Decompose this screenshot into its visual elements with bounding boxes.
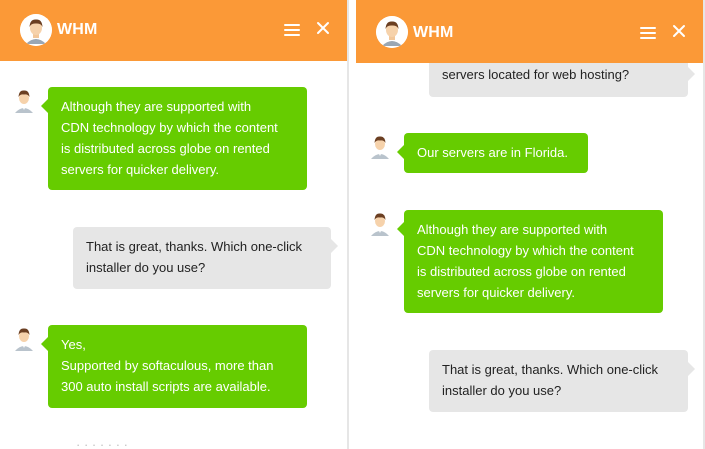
message-line: 300 auto install scripts are available. — [61, 379, 271, 394]
chat-body[interactable]: servers located for web hosting? Our ser… — [356, 63, 703, 449]
agent-avatar-icon — [369, 135, 391, 159]
agent-message: Yes, Supported by softaculous, more than… — [41, 325, 307, 408]
agent-avatar-icon — [369, 212, 391, 236]
message-line: is distributed across globe on rented — [61, 141, 270, 156]
chat-header: WHM — [356, 0, 703, 63]
message-line: servers for quicker delivery. — [417, 285, 575, 300]
agent-avatar-icon — [13, 327, 35, 351]
message-line: Although they are supported with — [417, 222, 608, 237]
message-line: CDN technology by which the content — [417, 243, 634, 258]
message-line: That is great, thanks. Which one-click — [442, 362, 659, 377]
message-line: is distributed across globe on rented — [417, 264, 626, 279]
message-line: Supported by softaculous, more than — [61, 358, 274, 373]
agent-logo-icon — [20, 14, 52, 46]
agent-message: Our servers are in Florida. — [397, 133, 588, 173]
message-line: That is great, thanks. Which one-click — [86, 239, 303, 254]
message-line: Yes, — [61, 337, 86, 352]
user-message: That is great, thanks. Which one-click i… — [73, 227, 338, 289]
user-message: servers located for web hosting? — [429, 63, 695, 97]
message-line: CDN technology by which the content — [61, 120, 278, 135]
agent-message: Although they are supported with CDN tec… — [397, 210, 663, 313]
agent-avatar-icon — [13, 89, 35, 113]
message-line: Although they are supported with — [61, 99, 252, 114]
agent-logo-icon — [376, 16, 408, 48]
hamburger-icon[interactable] — [284, 24, 300, 37]
message-line: Our servers are in Florida. — [417, 145, 568, 160]
chat-title: WHM — [413, 24, 454, 41]
hamburger-icon[interactable] — [640, 27, 656, 40]
chat-widget-right: WHM servers located for web hosting? Our… — [356, 0, 703, 449]
message-line: servers located for web hosting? — [442, 67, 630, 82]
chat-title: WHM — [57, 21, 98, 38]
chat-body[interactable]: Although they are supported with CDN tec… — [0, 61, 347, 449]
divider — [347, 0, 349, 449]
close-icon[interactable] — [316, 21, 330, 35]
cut-off-message: · · · · · · · — [76, 437, 128, 449]
chat-header: WHM — [0, 0, 347, 61]
user-message: That is great, thanks. Which one-click i… — [429, 350, 695, 412]
message-line: installer do you use? — [442, 383, 562, 398]
close-icon[interactable] — [672, 24, 686, 38]
agent-message: Although they are supported with CDN tec… — [41, 87, 307, 190]
message-line: installer do you use? — [86, 260, 206, 275]
chat-widget-left: WHM Although they are supported with CDN… — [0, 0, 347, 449]
message-line: servers for quicker delivery. — [61, 162, 219, 177]
